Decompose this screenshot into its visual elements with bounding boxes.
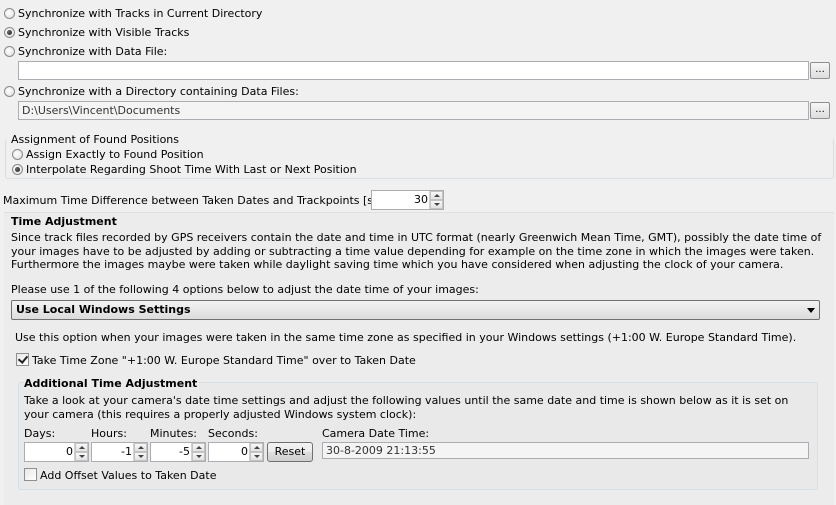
spin-up-icon[interactable] <box>192 443 205 452</box>
additional-title: Additional Time Adjustment <box>24 377 200 390</box>
seconds-spinner[interactable]: 0 <box>208 442 264 462</box>
max-time-value[interactable]: 30 <box>414 191 428 209</box>
days-label: Days: <box>24 427 56 440</box>
additional-description: Take a look at your camera's date time s… <box>24 394 789 421</box>
radio-assign-exact[interactable] <box>12 149 23 160</box>
take-timezone-label[interactable]: Take Time Zone "+1:00 W. Europe Standard… <box>32 354 416 367</box>
spin-up-icon[interactable] <box>250 443 263 452</box>
time-adjustment-instruction: Please use 1 of the following 4 options … <box>11 283 479 296</box>
chevron-down-icon <box>807 308 815 313</box>
spin-down-icon[interactable] <box>134 452 147 461</box>
camera-dt-label: Camera Date Time: <box>322 427 430 440</box>
label-data-file[interactable]: Synchronize with Data File: <box>18 45 167 58</box>
spin-down-icon[interactable] <box>75 452 88 461</box>
label-current-directory[interactable]: Synchronize with Tracks in Current Direc… <box>18 7 262 20</box>
directory-input[interactable]: D:\Users\Vincent\Documents <box>18 101 809 120</box>
hours-arrows <box>133 443 147 461</box>
spin-up-icon[interactable] <box>430 191 443 200</box>
adjust-method-value: Use Local Windows Settings <box>16 303 191 316</box>
max-time-spinner[interactable]: 30 <box>371 190 444 210</box>
seconds-value[interactable]: 0 <box>241 443 248 461</box>
radio-interpolate[interactable] <box>12 164 23 175</box>
days-spinner[interactable]: 0 <box>24 442 89 462</box>
spin-down-icon[interactable] <box>250 452 263 461</box>
spin-up-icon[interactable] <box>134 443 147 452</box>
minutes-value[interactable]: -5 <box>179 443 190 461</box>
assignment-title: Assignment of Found Positions <box>11 133 182 146</box>
time-adjustment-description: Since track files recorded by GPS receiv… <box>11 231 822 271</box>
seconds-label: Seconds: <box>208 427 258 440</box>
radio-directory[interactable] <box>4 86 15 97</box>
label-visible-tracks[interactable]: Synchronize with Visible Tracks <box>18 26 189 39</box>
label-assign-exact[interactable]: Assign Exactly to Found Position <box>26 148 204 161</box>
time-adjustment-title: Time Adjustment <box>11 215 117 228</box>
label-interpolate[interactable]: Interpolate Regarding Shoot Time With La… <box>26 163 357 176</box>
adjust-method-select[interactable]: Use Local Windows Settings <box>11 300 820 320</box>
hours-value[interactable]: -1 <box>121 443 132 461</box>
radio-current-directory[interactable] <box>4 8 15 19</box>
label-directory[interactable]: Synchronize with a Directory containing … <box>18 85 299 98</box>
max-time-label: Maximum Time Difference between Taken Da… <box>3 194 421 207</box>
seconds-arrows <box>249 443 263 461</box>
reset-button[interactable]: Reset <box>267 442 313 462</box>
add-offset-checkbox[interactable] <box>24 468 37 481</box>
directory-browse-button[interactable]: ... <box>810 102 830 119</box>
days-value[interactable]: 0 <box>66 443 73 461</box>
hours-spinner[interactable]: -1 <box>91 442 148 462</box>
radio-data-file[interactable] <box>4 46 15 57</box>
hours-label: Hours: <box>91 427 127 440</box>
spin-down-icon[interactable] <box>430 200 443 209</box>
add-offset-label[interactable]: Add Offset Values to Taken Date <box>40 469 216 482</box>
days-arrows <box>74 443 88 461</box>
minutes-label: Minutes: <box>150 427 198 440</box>
camera-dt-field: 30-8-2009 21:13:55 <box>322 442 809 459</box>
max-time-arrows <box>429 191 443 209</box>
radio-visible-tracks[interactable] <box>4 27 15 38</box>
data-file-input[interactable] <box>18 61 809 80</box>
spin-down-icon[interactable] <box>192 452 205 461</box>
minutes-spinner[interactable]: -5 <box>150 442 206 462</box>
data-file-browse-button[interactable]: ... <box>810 62 830 79</box>
method-description: Use this option when your images were ta… <box>15 331 797 344</box>
take-timezone-checkbox[interactable] <box>16 353 29 366</box>
minutes-arrows <box>191 443 205 461</box>
spin-up-icon[interactable] <box>75 443 88 452</box>
